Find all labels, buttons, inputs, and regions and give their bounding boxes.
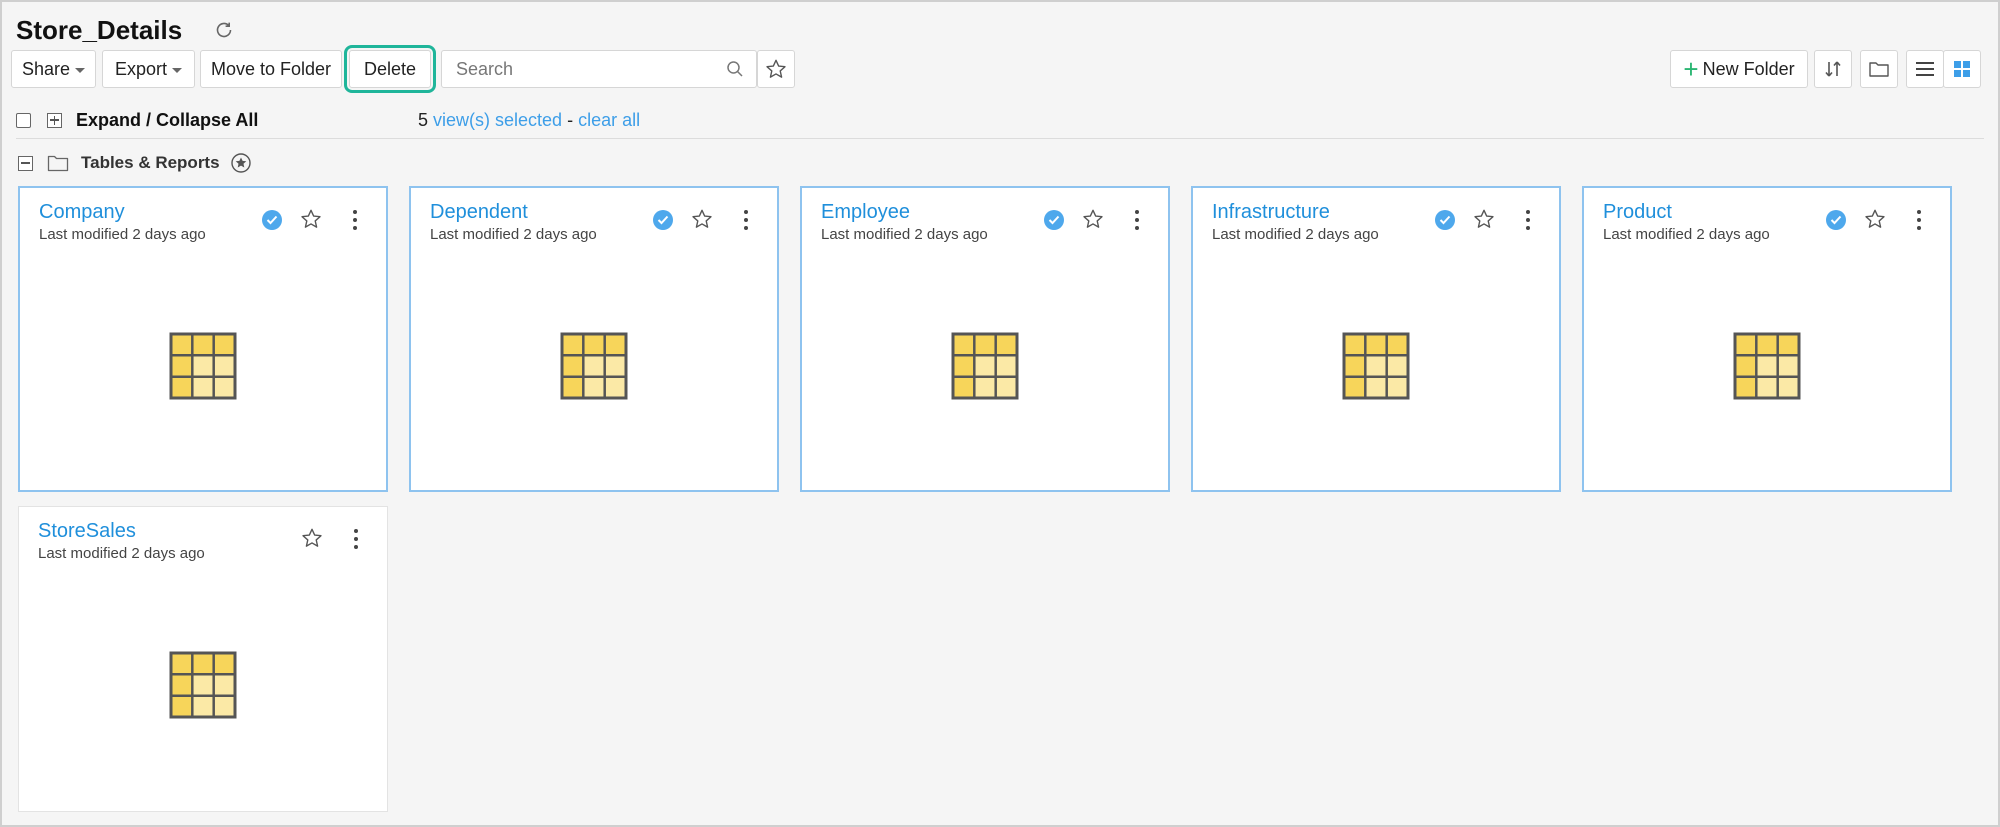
export-label: Export — [114, 58, 168, 79]
folder-icon — [47, 154, 69, 172]
refresh-icon[interactable] — [212, 18, 236, 42]
card-title[interactable]: Dependent — [430, 201, 528, 224]
view-card-dependent[interactable]: Dependent Last modified 2 days ago — [409, 186, 779, 492]
new-folder-label: New Folder — [1702, 58, 1795, 79]
selection-info: 5 view(s) selected - clear all — [418, 110, 640, 131]
expand-icon[interactable] — [47, 112, 62, 128]
card-title[interactable]: Product — [1603, 201, 1672, 224]
search-box — [441, 50, 757, 88]
folder-icon — [1869, 62, 1889, 77]
chevron-down-icon — [172, 67, 183, 73]
new-folder-button[interactable]: + New Folder — [1670, 50, 1808, 88]
export-button[interactable]: Export — [102, 50, 195, 88]
more-options-icon[interactable] — [1134, 208, 1140, 232]
folder-view-button[interactable] — [1860, 50, 1898, 88]
search-input[interactable] — [442, 51, 716, 87]
view-card-product[interactable]: Product Last modified 2 days ago — [1582, 186, 1952, 492]
card-meta: Last modified 2 days ago — [430, 226, 597, 243]
star-icon[interactable] — [301, 527, 323, 554]
plus-icon: + — [1683, 54, 1699, 84]
views-selected-link[interactable]: view(s) selected — [433, 110, 562, 130]
more-options-icon[interactable] — [352, 208, 358, 232]
more-options-icon[interactable] — [1525, 208, 1531, 232]
list-view-icon — [1916, 62, 1934, 76]
table-icon — [169, 332, 237, 405]
table-icon — [169, 651, 237, 724]
star-icon[interactable] — [300, 208, 322, 235]
selected-check-icon[interactable] — [262, 210, 282, 230]
more-options-icon[interactable] — [353, 527, 359, 551]
search-icon[interactable] — [726, 60, 744, 83]
more-options-icon[interactable] — [1916, 208, 1922, 232]
share-label: Share — [21, 58, 71, 79]
card-title[interactable]: Company — [39, 201, 125, 224]
move-label: Move to Folder — [210, 58, 332, 79]
delete-button[interactable]: Delete — [344, 45, 436, 93]
clear-all-link[interactable]: clear all — [578, 110, 640, 130]
selected-count: 5 — [418, 109, 429, 130]
star-icon[interactable] — [1082, 208, 1104, 235]
grid-view-icon — [1954, 61, 1970, 77]
card-meta: Last modified 2 days ago — [1603, 226, 1770, 243]
delete-label: Delete — [363, 58, 417, 79]
more-options-icon[interactable] — [743, 208, 749, 232]
card-meta: Last modified 2 days ago — [821, 226, 988, 243]
table-icon — [1733, 332, 1801, 405]
table-icon — [560, 332, 628, 405]
toolbar: Share Export Move to Folder Delete + New… — [11, 45, 1984, 93]
card-meta: Last modified 2 days ago — [1212, 226, 1379, 243]
favorite-group-icon[interactable] — [230, 152, 252, 174]
star-icon[interactable] — [1864, 208, 1886, 235]
list-view-button[interactable] — [1906, 50, 1944, 88]
favorites-button[interactable] — [757, 50, 795, 88]
star-icon — [766, 59, 786, 78]
move-to-folder-button[interactable]: Move to Folder — [200, 50, 342, 88]
expand-collapse-all[interactable]: Expand / Collapse All — [76, 110, 258, 131]
card-title[interactable]: Infrastructure — [1212, 201, 1330, 224]
star-icon[interactable] — [1473, 208, 1495, 235]
selection-separator: - — [567, 109, 574, 130]
select-all-checkbox[interactable] — [16, 112, 31, 128]
view-card-company[interactable]: Company Last modified 2 days ago — [18, 186, 388, 492]
card-meta: Last modified 2 days ago — [38, 545, 205, 562]
selected-check-icon[interactable] — [1044, 210, 1064, 230]
selected-check-icon[interactable] — [1826, 210, 1846, 230]
table-icon — [951, 332, 1019, 405]
chevron-down-icon — [75, 67, 86, 73]
view-card-storesales[interactable]: StoreSales Last modified 2 days ago — [18, 506, 388, 812]
title-row: Store_Details — [16, 12, 236, 48]
page-title: Store_Details — [16, 14, 183, 45]
table-icon — [1342, 332, 1410, 405]
group-label: Tables & Reports — [81, 153, 220, 172]
collapse-icon[interactable] — [18, 155, 33, 171]
group-header: Tables & Reports — [18, 150, 252, 176]
view-card-infrastructure[interactable]: Infrastructure Last modified 2 days ago — [1191, 186, 1561, 492]
share-button[interactable]: Share — [11, 50, 96, 88]
selected-check-icon[interactable] — [653, 210, 673, 230]
selected-check-icon[interactable] — [1435, 210, 1455, 230]
view-card-employee[interactable]: Employee Last modified 2 days ago — [800, 186, 1170, 492]
card-title[interactable]: StoreSales — [38, 520, 136, 543]
star-icon[interactable] — [691, 208, 713, 235]
grid-view-button[interactable] — [1943, 50, 1981, 88]
selection-row: Expand / Collapse All 5 view(s) selected… — [16, 106, 1984, 134]
divider — [16, 138, 1984, 139]
card-meta: Last modified 2 days ago — [39, 226, 206, 243]
sort-icon — [1825, 61, 1841, 77]
card-title[interactable]: Employee — [821, 201, 910, 224]
sort-button[interactable] — [1814, 50, 1852, 88]
